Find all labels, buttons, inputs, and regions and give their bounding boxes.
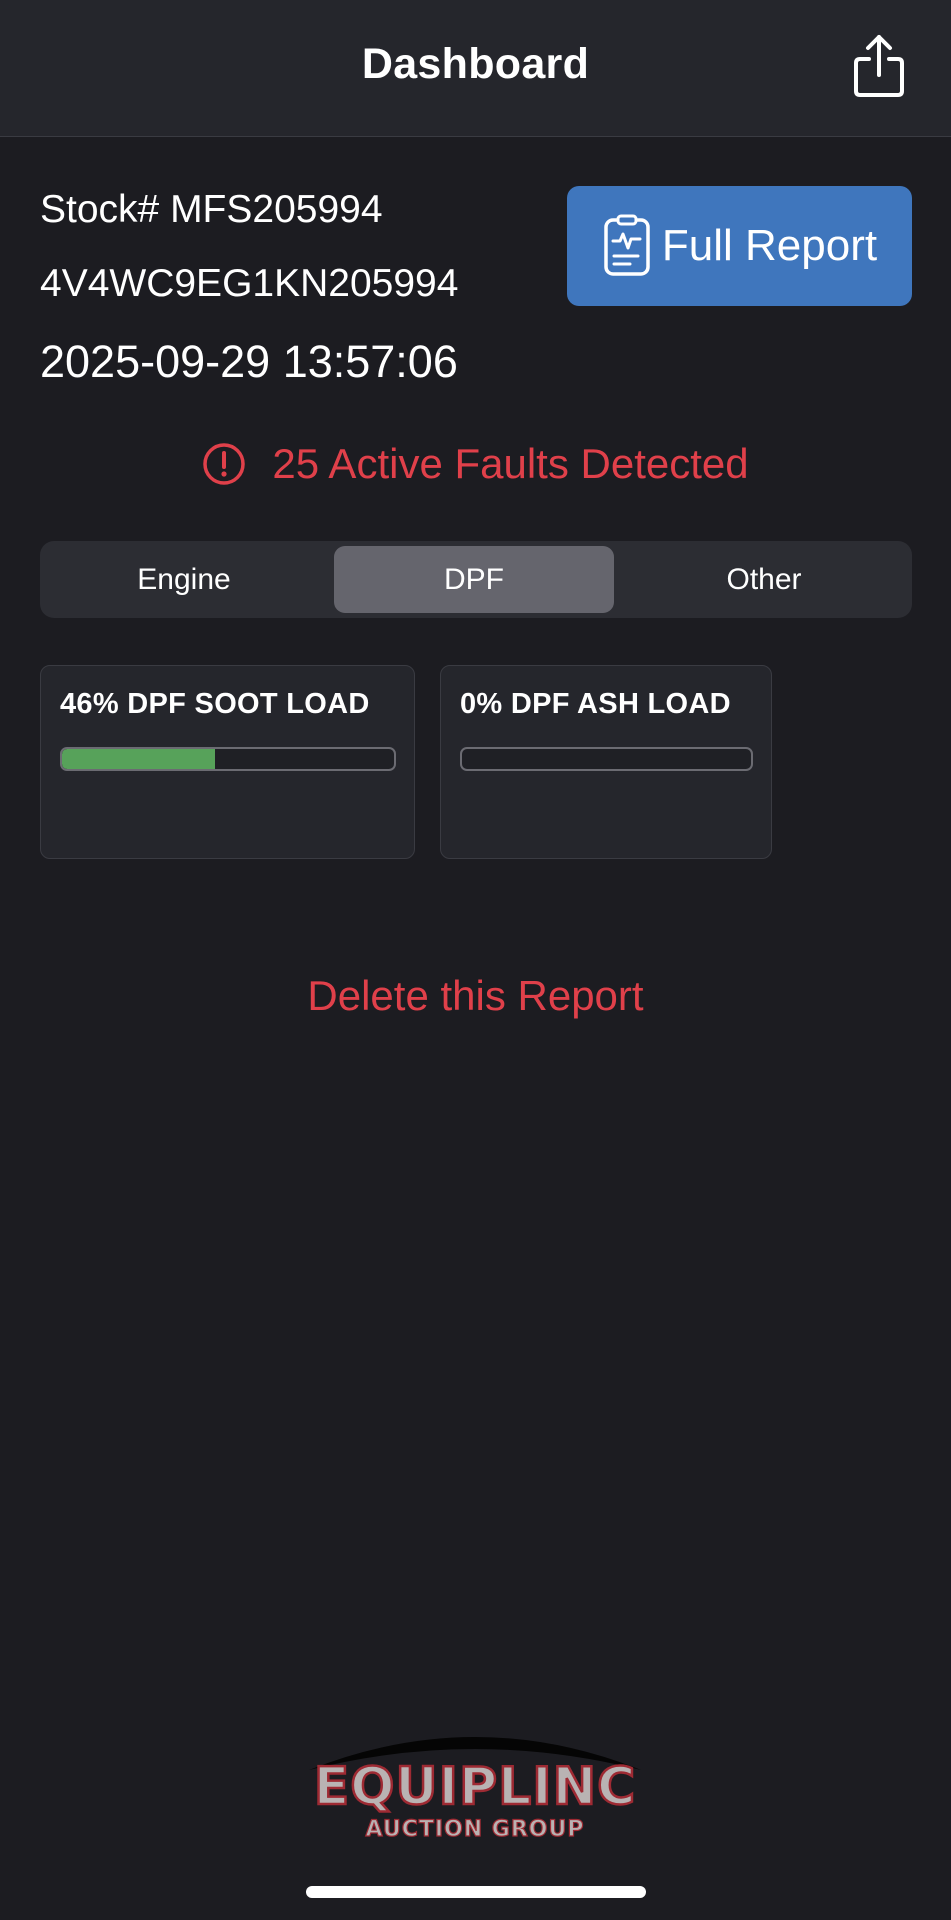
dashboard-screen: Dashboard Stock# MFS205994 4V4WC9EG1KN20…: [0, 0, 951, 1920]
share-button[interactable]: [846, 30, 912, 102]
category-segmented-control: Engine DPF Other: [40, 541, 912, 618]
vin-number: 4V4WC9EG1KN205994: [40, 262, 459, 305]
company-logo: EQUIPLINC AUCTION GROUP: [305, 1722, 645, 1843]
tab-other[interactable]: Other: [624, 546, 904, 613]
tab-dpf[interactable]: DPF: [334, 546, 614, 613]
progress-bar: [60, 747, 396, 771]
progress-fill: [62, 749, 215, 769]
card-title: 0% DPF ASH LOAD: [460, 688, 731, 720]
dpf-soot-load-card: 46% DPF SOOT LOAD: [40, 665, 415, 859]
stock-number: Stock# MFS205994: [40, 188, 383, 231]
dpf-ash-load-card: 0% DPF ASH LOAD: [440, 665, 772, 859]
active-faults-text: 25 Active Faults Detected: [272, 440, 749, 487]
home-indicator[interactable]: [306, 1886, 646, 1898]
svg-text:EQUIPLINC: EQUIPLINC: [314, 1757, 637, 1817]
full-report-label: Full Report: [661, 221, 878, 270]
navigation-bar: Dashboard: [0, 0, 951, 137]
alert-circle-icon: [203, 443, 246, 485]
svg-text:AUCTION GROUP: AUCTION GROUP: [365, 1817, 584, 1842]
active-faults-link[interactable]: 25 Active Faults Detected: [0, 440, 951, 488]
report-datetime: 2025-09-29 13:57:06: [40, 336, 458, 387]
share-icon: [854, 35, 904, 97]
report-pulse-icon: [604, 214, 650, 276]
delete-report-button[interactable]: Delete this Report: [0, 972, 951, 1020]
tab-engine[interactable]: Engine: [44, 546, 324, 613]
page-title: Dashboard: [361, 40, 590, 88]
progress-bar: [460, 747, 753, 771]
full-report-button[interactable]: Full Report: [567, 186, 912, 306]
card-title: 46% DPF SOOT LOAD: [60, 688, 370, 720]
equiplinc-logo-graphic: EQUIPLINC AUCTION GROUP: [309, 1737, 641, 1843]
